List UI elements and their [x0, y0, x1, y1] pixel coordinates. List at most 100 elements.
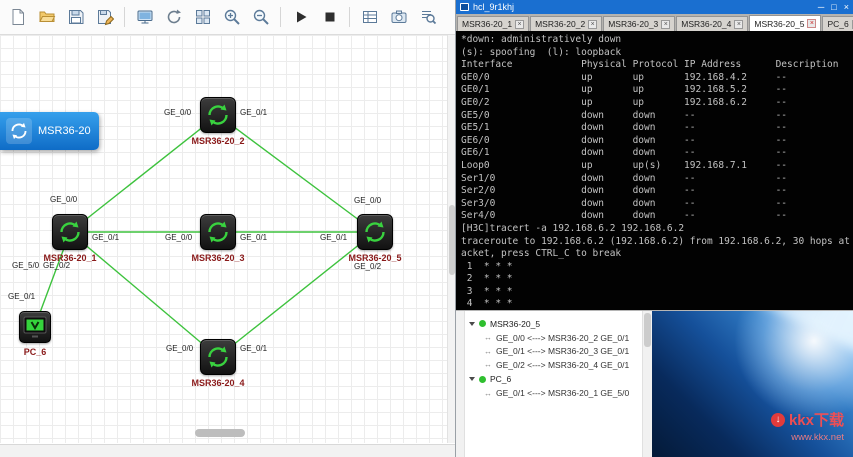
- download-arrow-icon: ↓: [771, 413, 785, 427]
- tree-link-label: GE_0/1 <---> MSR36-20_1 GE_5/0: [496, 388, 629, 398]
- topology-workspace: MSR36-20_2 MSR36-20_1 MSR36-20_3 MSR36-2…: [0, 0, 455, 457]
- save-topology-button[interactable]: [62, 4, 89, 31]
- save-as-icon: [96, 8, 114, 26]
- zoom-out-button[interactable]: [247, 4, 274, 31]
- palette-device-tooltip[interactable]: MSR36-20: [0, 112, 99, 150]
- close-icon[interactable]: ×: [844, 1, 849, 13]
- tree-link-item[interactable]: ↔GE_0/0 <---> MSR36-20_2 GE_0/1: [469, 331, 640, 345]
- device-msr36-20_2[interactable]: [200, 97, 236, 133]
- tree-link-label: GE_0/0 <---> MSR36-20_2 GE_0/1: [496, 333, 629, 343]
- terminal-titlebar[interactable]: hcl_9r1khj ─ □ ×: [456, 0, 853, 14]
- bottom-panels: MSR36-20_5 ↔GE_0/0 <---> MSR36-20_2 GE_0…: [456, 310, 853, 457]
- terminal-tab-msr36-20_4[interactable]: MSR36-20_4×: [676, 16, 748, 31]
- save-as-button[interactable]: [91, 4, 118, 31]
- reload-icon: [165, 8, 183, 26]
- stop-all-button[interactable]: [316, 4, 343, 31]
- collapse-arrow-icon[interactable]: [469, 322, 475, 326]
- zoom-out-icon: [252, 8, 270, 26]
- zoom-in-button[interactable]: [218, 4, 245, 31]
- router-icon: [205, 344, 231, 370]
- router-icon: [6, 118, 32, 144]
- add-device-button[interactable]: [131, 4, 158, 31]
- monitor-icon: [136, 8, 154, 26]
- topology-canvas[interactable]: MSR36-20_2 MSR36-20_1 MSR36-20_3 MSR36-2…: [0, 35, 447, 443]
- start-all-button[interactable]: [287, 4, 314, 31]
- tree-device-label: PC_6: [490, 374, 511, 384]
- connection-wire[interactable]: [218, 232, 375, 357]
- tab-label: MSR36-20_1: [462, 19, 512, 29]
- open-topology-button[interactable]: [33, 4, 60, 31]
- window-controls: ─ □ ×: [818, 1, 849, 13]
- tab-close-icon[interactable]: ×: [807, 19, 816, 28]
- link-icon: ↔: [484, 360, 492, 369]
- canvas-horizontal-scrollbar-thumb[interactable]: [195, 429, 245, 437]
- router-icon: [57, 219, 83, 245]
- minimize-icon[interactable]: ─: [818, 1, 824, 13]
- screenshot-button[interactable]: [385, 4, 412, 31]
- toolbar-separator: [124, 7, 125, 27]
- device-msr36-20_4[interactable]: [200, 339, 236, 375]
- tree-device-label: MSR36-20_5: [490, 319, 540, 329]
- tab-close-icon[interactable]: ×: [515, 20, 524, 29]
- device-msr36-20_5[interactable]: [357, 214, 393, 250]
- grid-layout-button[interactable]: [189, 4, 216, 31]
- link-icon: ↔: [484, 347, 492, 356]
- terminal-window-icon: [460, 3, 469, 11]
- tree-link-item[interactable]: ↔ GE_0/1 <---> MSR36-20_1 GE_5/0: [469, 387, 640, 401]
- maximize-icon[interactable]: □: [831, 1, 836, 13]
- console-text: *down: administratively down (s): spoofi…: [461, 34, 853, 310]
- tab-close-icon[interactable]: ×: [661, 20, 670, 29]
- terminal-tab-msr36-20_5[interactable]: MSR36-20_5×: [749, 15, 821, 31]
- tree-device-msr36-20_5[interactable]: MSR36-20_5: [469, 316, 640, 331]
- link-icon: ↔: [484, 389, 492, 398]
- tab-label: MSR36-20_4: [681, 19, 731, 29]
- device-msr36-20_1[interactable]: [52, 214, 88, 250]
- zoom-in-icon: [223, 8, 241, 26]
- port-label: GE_0/1: [320, 233, 347, 242]
- device-pc_6[interactable]: [19, 311, 51, 343]
- port-label: GE_0/0: [166, 344, 193, 353]
- device-label: PC_6: [0, 347, 77, 357]
- new-file-icon: [9, 8, 27, 26]
- interface-list-button[interactable]: [356, 4, 383, 31]
- device-label: MSR36-20_4: [176, 378, 260, 388]
- packet-capture-button[interactable]: [414, 4, 441, 31]
- tree-device-pc_6[interactable]: PC_6: [469, 372, 640, 387]
- summary-right-scrollbar[interactable]: [642, 311, 652, 457]
- reload-button[interactable]: [160, 4, 187, 31]
- port-label: GE_0/0: [50, 195, 77, 204]
- tree-link-label: GE_0/2 <---> MSR36-20_4 GE_0/1: [496, 360, 629, 370]
- terminal-tab-pc_6[interactable]: PC_6×: [822, 16, 853, 31]
- save-icon: [67, 8, 85, 26]
- preview-photo: ↓ kkx下载 www.kkx.net: [652, 311, 853, 457]
- main-toolbar: [0, 0, 455, 35]
- scrollbar-thumb[interactable]: [644, 313, 651, 347]
- collapse-arrow-icon[interactable]: [469, 377, 475, 381]
- terminal-tab-msr36-20_1[interactable]: MSR36-20_1×: [457, 16, 529, 31]
- console-output[interactable]: *down: administratively down (s): spoofi…: [456, 31, 853, 310]
- grid-icon: [194, 8, 212, 26]
- tab-label: MSR36-20_2: [535, 19, 585, 29]
- port-label: GE_0/1: [240, 344, 267, 353]
- device-status-dot-icon: [479, 376, 486, 383]
- connection-wire[interactable]: [70, 232, 218, 357]
- stop-icon: [321, 8, 339, 26]
- port-label: GE_0/1: [8, 292, 35, 301]
- watermark: ↓ kkx下载 www.kkx.net: [771, 409, 844, 443]
- terminal-tab-msr36-20_3[interactable]: MSR36-20_3×: [603, 16, 675, 31]
- tree-link-item[interactable]: ↔ GE_0/2 <---> MSR36-20_4 GE_0/1: [469, 358, 640, 372]
- canvas-vertical-scrollbar[interactable]: [447, 35, 455, 443]
- tab-close-icon[interactable]: ×: [588, 20, 597, 29]
- tab-close-icon[interactable]: ×: [734, 20, 743, 29]
- port-label: GE_0/2: [43, 261, 70, 270]
- canvas-bottom-scrollbar-track[interactable]: [0, 444, 455, 457]
- port-label: GE_0/1: [240, 233, 267, 242]
- device-msr36-20_3[interactable]: [200, 214, 236, 250]
- terminal-tab-msr36-20_2[interactable]: MSR36-20_2×: [530, 16, 602, 31]
- new-topology-button[interactable]: [4, 4, 31, 31]
- port-label: GE_0/1: [240, 108, 267, 117]
- tree-link-item[interactable]: ↔GE_0/1 <---> MSR36-20_3 GE_0/1: [469, 345, 640, 359]
- device-label: MSR36-20_3: [176, 253, 260, 263]
- connection-wire[interactable]: [218, 115, 375, 232]
- summary-left-scrollbar[interactable]: [456, 311, 465, 457]
